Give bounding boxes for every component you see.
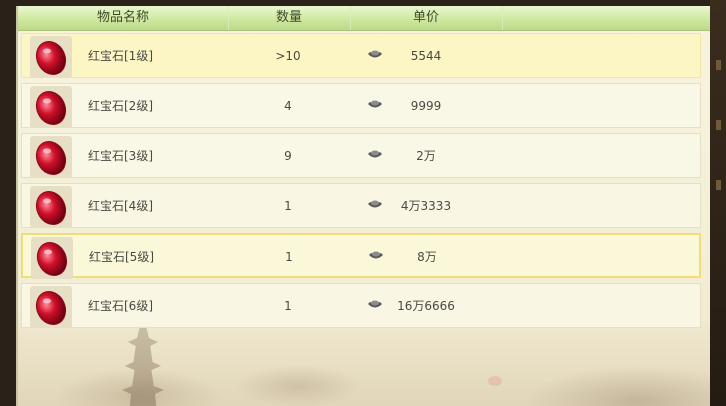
table-row[interactable]: 红宝石[3级] 9 2万 bbox=[21, 133, 701, 178]
table-row[interactable]: 红宝石[2级] 4 9999 bbox=[21, 83, 701, 128]
header-unit-price: 单价 bbox=[350, 6, 503, 30]
table-row[interactable]: 红宝石[1级] >10 5544 bbox=[21, 33, 701, 78]
header-spacer bbox=[502, 6, 709, 30]
blossom-decor bbox=[488, 376, 502, 386]
background-scenery bbox=[18, 236, 710, 406]
silver-ingot-icon bbox=[369, 251, 383, 259]
table-header: 物品名称 数量 单价 bbox=[18, 6, 710, 31]
item-price: 2万 bbox=[416, 149, 436, 163]
red-gem-icon bbox=[30, 86, 72, 128]
item-quantity: 1 bbox=[284, 199, 292, 213]
item-price: 4万3333 bbox=[400, 199, 452, 213]
item-name: 红宝石[2级] bbox=[88, 99, 153, 113]
table-row[interactable]: 红宝石[5级] 1 8万 bbox=[21, 233, 701, 279]
table-row[interactable]: 红宝石[6级] 1 16万6666 bbox=[21, 283, 701, 328]
item-name: 红宝石[5级] bbox=[89, 250, 154, 264]
red-gem-icon bbox=[31, 237, 73, 279]
silver-ingot-icon bbox=[368, 50, 382, 58]
item-quantity: 4 bbox=[284, 99, 292, 113]
item-name: 红宝石[4级] bbox=[88, 199, 153, 213]
item-name: 红宝石[6级] bbox=[88, 299, 153, 313]
item-price: 16万6666 bbox=[397, 299, 455, 313]
edge-decor bbox=[716, 180, 721, 190]
edge-decor bbox=[716, 120, 721, 130]
red-gem-icon bbox=[30, 286, 72, 328]
item-quantity: 9 bbox=[284, 149, 292, 163]
item-quantity: >10 bbox=[275, 49, 301, 63]
red-gem-icon bbox=[30, 186, 72, 228]
header-quantity: 数量 bbox=[228, 6, 351, 30]
header-item-name: 物品名称 bbox=[18, 6, 229, 30]
window-edge bbox=[710, 0, 726, 406]
pagoda-illustration bbox=[122, 326, 164, 406]
item-quantity: 1 bbox=[284, 299, 292, 313]
item-price: 5544 bbox=[410, 49, 442, 63]
item-price: 9999 bbox=[410, 99, 442, 113]
item-name: 红宝石[1级] bbox=[88, 49, 153, 63]
item-quantity: 1 bbox=[285, 250, 293, 264]
red-gem-icon bbox=[30, 136, 72, 178]
market-item-panel: 物品名称 数量 单价 红宝石[1级] >10 5544 红宝石[2级] 4 99… bbox=[16, 6, 710, 406]
item-price: 8万 bbox=[417, 250, 437, 264]
red-gem-icon bbox=[30, 36, 72, 78]
edge-decor bbox=[716, 60, 721, 70]
silver-ingot-icon bbox=[368, 300, 382, 308]
silver-ingot-icon bbox=[368, 100, 382, 108]
silver-ingot-icon bbox=[368, 150, 382, 158]
table-row[interactable]: 红宝石[4级] 1 4万3333 bbox=[21, 183, 701, 228]
silver-ingot-icon bbox=[368, 200, 382, 208]
item-name: 红宝石[3级] bbox=[88, 149, 153, 163]
